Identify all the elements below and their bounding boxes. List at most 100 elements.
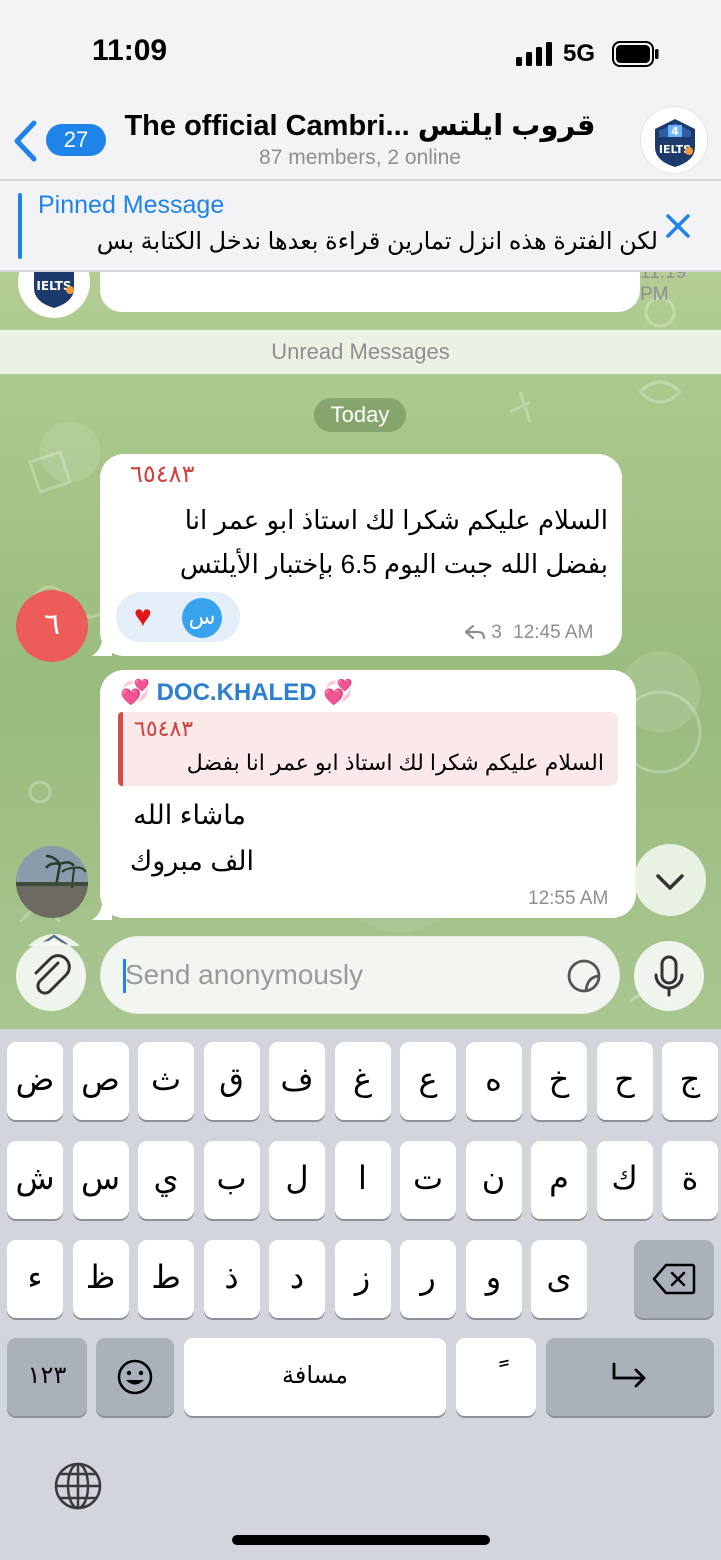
sender-name-text: DOC.KHALED — [156, 679, 317, 706]
key-row3-8[interactable]: ى — [531, 1240, 587, 1318]
numbers-key[interactable]: ١٢٣ — [7, 1338, 87, 1416]
key-row1-6[interactable]: ع — [400, 1042, 456, 1120]
space-key[interactable]: مسافة — [184, 1338, 446, 1416]
key-row3-1[interactable]: ظ — [72, 1240, 129, 1318]
heart-reaction-icon: ♥ — [134, 600, 152, 633]
attach-button[interactable] — [16, 941, 86, 1011]
key-row1-1[interactable]: ص — [72, 1042, 129, 1120]
key-row1-10[interactable]: ج — [662, 1042, 718, 1120]
quoted-reply[interactable]: ٦٥٤٨٣ السلام عليكم شكرا لك استاذ ابو عمر… — [118, 712, 618, 786]
message-text-line: الف مبروك — [130, 846, 254, 876]
key-row2-1[interactable]: س — [72, 1141, 129, 1219]
home-indicator — [232, 1535, 490, 1545]
network-label: 5G — [563, 40, 596, 67]
key-row2-10[interactable]: ة — [662, 1141, 718, 1219]
sender-avatar[interactable] — [16, 846, 88, 918]
message-bubble[interactable]: ٦٥٤٨٣ السلام عليكم شكرا لك استاذ ابو عمر… — [100, 454, 622, 656]
message-text: السلام عليكم شكرا لك استاذ ابو عمر انا ب… — [179, 505, 608, 579]
message-bubble[interactable]: 💞 DOC.KHALED 💞 ٦٥٤٨٣ السلام عليكم شكرا ل… — [100, 670, 636, 918]
key-row1-5[interactable]: غ — [334, 1042, 391, 1120]
key-row2-7[interactable]: ن — [465, 1141, 522, 1219]
chat-subtitle[interactable]: 87 members, 2 online — [110, 146, 610, 170]
heart-emoji: 💞 — [323, 679, 354, 706]
heart-emoji: 💞 — [120, 679, 150, 706]
pinned-text: لكن الفترة هذه انزل تمارين قراءة بعدها ن… — [96, 228, 658, 255]
message-text-line: ماشاء الله — [133, 800, 246, 830]
reply-icon — [464, 624, 486, 640]
chat-header: 27 The official Cambri... قروب ايلتس 87 … — [0, 100, 721, 180]
key-row2-5[interactable]: ا — [334, 1141, 391, 1219]
group-avatar[interactable]: 4 IELTS — [640, 106, 708, 174]
back-button[interactable]: 27 — [12, 118, 106, 162]
reply-count: 3 — [491, 622, 502, 643]
message-time: 11:19 PM — [640, 272, 687, 305]
backspace-icon — [652, 1263, 696, 1295]
key-row1-3[interactable]: ق — [203, 1042, 260, 1120]
key-row1-2[interactable]: ث — [138, 1042, 194, 1120]
ielts-logo-icon: 4 IELTS — [655, 119, 695, 167]
return-key[interactable] — [546, 1338, 714, 1416]
message-time: 12:55 AM — [528, 888, 609, 909]
sender-name[interactable]: 💞 DOC.KHALED 💞 — [120, 678, 353, 707]
sender-name[interactable]: ٦٥٤٨٣ — [130, 460, 194, 489]
globe-icon[interactable] — [52, 1460, 104, 1512]
unread-count-badge: 27 — [46, 124, 106, 156]
paperclip-icon — [34, 954, 71, 995]
key-row1-7[interactable]: ه — [465, 1042, 522, 1120]
beach-photo-icon — [16, 846, 88, 918]
key-row3-4[interactable]: د — [269, 1240, 325, 1318]
key-row1-8[interactable]: خ — [531, 1042, 587, 1120]
key-row2-9[interactable]: ك — [596, 1141, 653, 1219]
key-row3-6[interactable]: ر — [400, 1240, 456, 1318]
key-row1-4[interactable]: ف — [269, 1042, 325, 1120]
unread-messages-divider: Unread Messages — [0, 330, 721, 374]
key-row2-6[interactable]: ت — [400, 1141, 456, 1219]
message-input-placeholder: Send anonymously — [125, 959, 364, 990]
key-row2-4[interactable]: ل — [269, 1141, 325, 1219]
chevron-left-icon — [14, 120, 37, 162]
sender-avatar[interactable]: ٦ — [16, 590, 88, 662]
date-separator: Today — [314, 398, 406, 432]
chat-area[interactable]: 11:19 PM IELTS Unread Messages Today ٦٥٤… — [0, 272, 721, 1029]
message-meta: 3 12:45 AM — [464, 622, 593, 644]
key-row1-0[interactable]: ض — [7, 1042, 63, 1120]
key-row2-2[interactable]: ي — [138, 1141, 194, 1219]
key-row2-0[interactable]: ش — [7, 1141, 63, 1219]
reactions-pill[interactable]: ♥ س — [116, 592, 240, 642]
previous-message-bubble[interactable]: 11:19 PM — [100, 272, 686, 312]
scroll-down-button[interactable] — [634, 844, 706, 916]
key-row3-5[interactable]: ز — [334, 1240, 391, 1318]
status-time: 11:09 — [92, 34, 168, 67]
chat-title[interactable]: The official Cambri... قروب ايلتس — [110, 108, 610, 143]
chevron-down-icon — [656, 874, 684, 890]
sticker-icon[interactable] — [565, 957, 603, 995]
signal-icon — [516, 42, 552, 66]
key-row3-0[interactable]: ء — [7, 1240, 63, 1318]
voice-record-button[interactable] — [634, 941, 704, 1011]
key-row3-3[interactable]: ذ — [203, 1240, 260, 1318]
backspace-key[interactable] — [634, 1240, 714, 1318]
reaction-user-avatar: س — [182, 598, 222, 638]
return-icon — [612, 1362, 646, 1388]
emoji-key[interactable] — [96, 1338, 174, 1416]
message-input[interactable]: Send anonymously — [100, 936, 620, 1014]
close-icon[interactable] — [664, 212, 692, 240]
diacritic-key[interactable]: ً — [456, 1338, 536, 1416]
key-row3-2[interactable]: ط — [138, 1240, 194, 1318]
pinned-message-bar[interactable]: Pinned Message لكن الفترة هذه انزل تماري… — [0, 181, 721, 271]
pinned-title: Pinned Message — [38, 191, 225, 219]
reply-sender: ٦٥٤٨٣ — [134, 716, 194, 741]
key-row3-7[interactable]: و — [465, 1240, 522, 1318]
key-row2-8[interactable]: م — [531, 1141, 587, 1219]
svg-text:4: 4 — [671, 125, 679, 138]
status-bar: 11:09 5G — [0, 0, 721, 100]
bubble-tail — [92, 896, 112, 920]
battery-icon — [612, 41, 659, 67]
key-row2-3[interactable]: ب — [203, 1141, 260, 1219]
message-time: 12:45 AM — [513, 622, 594, 643]
microphone-icon — [654, 955, 684, 997]
key-row1-9[interactable]: ح — [596, 1042, 653, 1120]
pinned-indicator — [18, 193, 22, 259]
emoji-icon — [117, 1359, 153, 1395]
reply-text: السلام عليكم شكرا لك استاذ ابو عمر انا ب… — [186, 750, 604, 775]
